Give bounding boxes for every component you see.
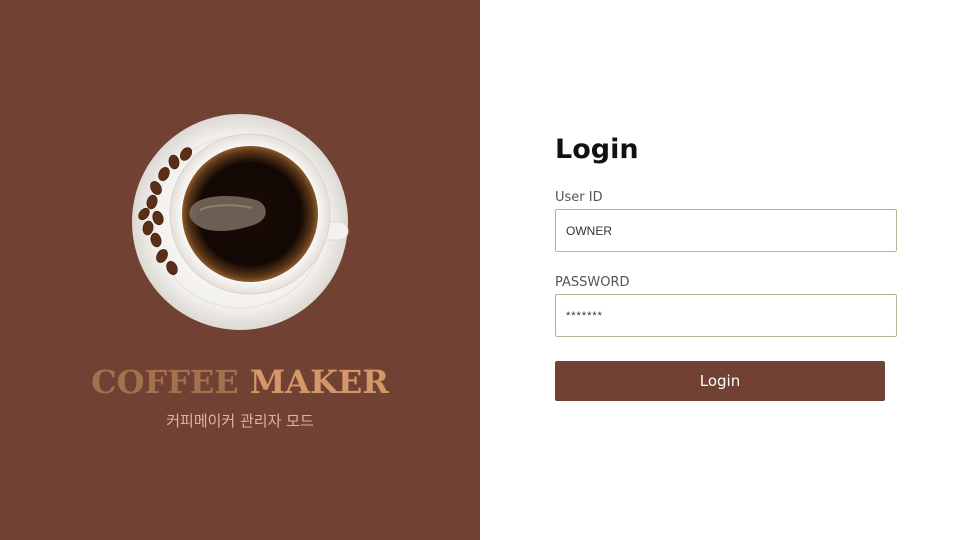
login-page: COFFEE MAKER 커피메이커 관리자 모드 Login User ID … [0, 0, 960, 540]
password-label: PASSWORD [555, 275, 630, 290]
coffee-cup-image [132, 114, 349, 330]
user-id-label: User ID [555, 190, 603, 205]
brand-title-maker: MAKER [249, 363, 389, 401]
brand-title-coffee: COFFEE [91, 363, 239, 401]
user-id-input[interactable] [555, 209, 897, 252]
brand-panel: COFFEE MAKER 커피메이커 관리자 모드 [0, 0, 480, 540]
login-title: Login [555, 134, 639, 165]
login-button[interactable]: Login [555, 361, 885, 401]
brand-title: COFFEE MAKER [0, 362, 480, 402]
password-input[interactable] [555, 294, 897, 337]
login-panel [480, 0, 960, 540]
brand-subtitle: 커피메이커 관리자 모드 [166, 412, 314, 430]
